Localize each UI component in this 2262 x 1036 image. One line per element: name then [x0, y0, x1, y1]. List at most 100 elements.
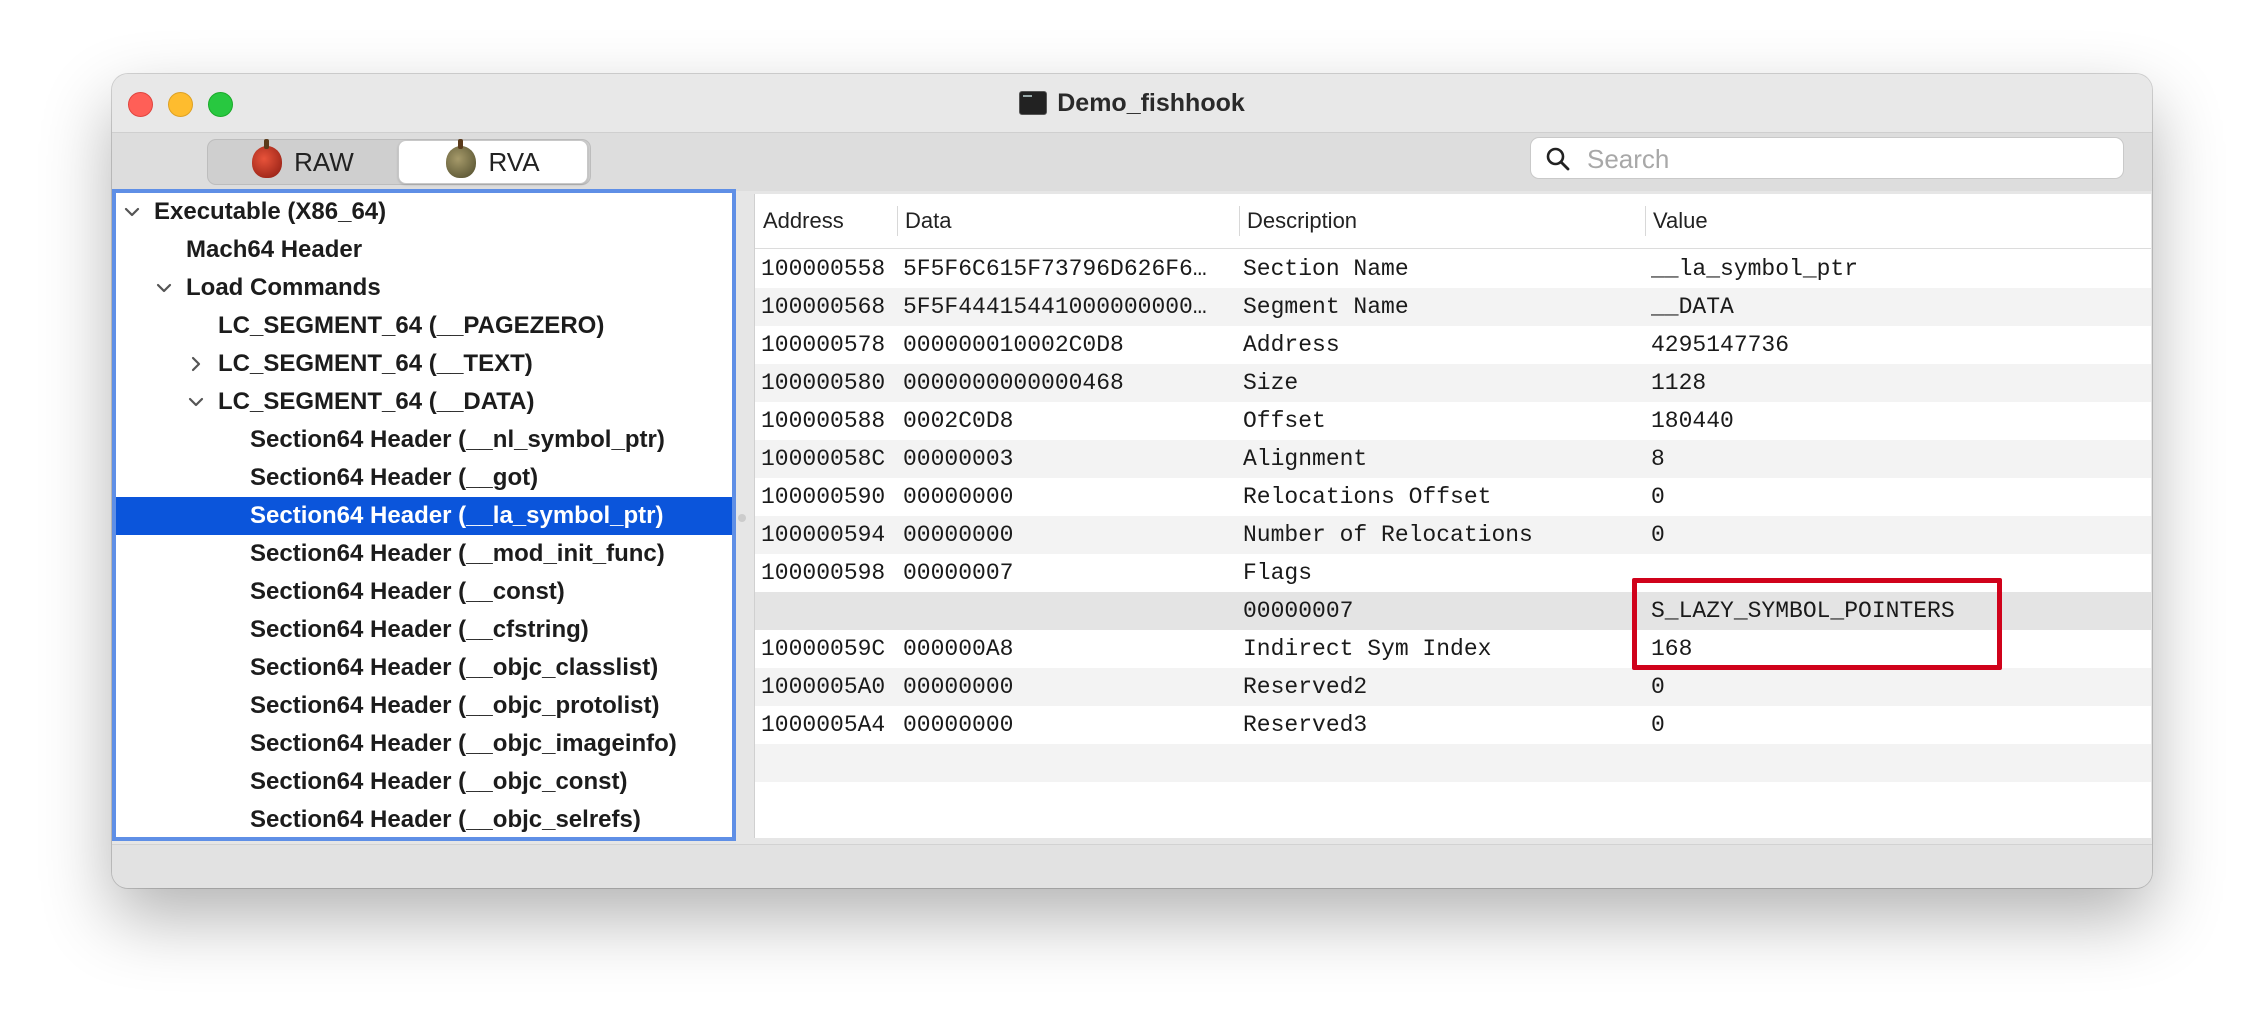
tree-item-label: Section64 Header (__const) — [250, 578, 565, 605]
chevron-down-icon[interactable] — [124, 204, 140, 220]
table-row[interactable]: 1000005A4 00000000 Reserved3 0 — [755, 706, 2151, 744]
address-cell: 10000058C — [761, 446, 886, 472]
tree-item[interactable]: Section64 Header (__cfstring) — [116, 611, 732, 649]
search-input[interactable] — [1585, 142, 2109, 176]
address-cell: 100000558 — [761, 256, 886, 282]
tree-item-label: Section64 Header (__objc_selrefs) — [250, 806, 641, 833]
tree-item-label: Load Commands — [186, 274, 381, 301]
value-cell: 8 — [1651, 446, 1665, 472]
empty-table-row[interactable] — [755, 744, 2151, 782]
tree-item[interactable]: Section64 Header (__objc_classlist) — [116, 649, 732, 687]
table-row[interactable]: 100000594 00000000 Number of Relocations 0 — [755, 516, 2151, 554]
tree-item[interactable]: Section64 Header (__objc_protolist) — [116, 687, 732, 725]
empty-table-row[interactable] — [755, 782, 2151, 820]
data-cell: 00000007 — [903, 560, 1014, 586]
column-header-data[interactable]: Data — [905, 194, 951, 248]
column-header-address[interactable]: Address — [763, 194, 844, 248]
column-header-description[interactable]: Description — [1247, 194, 1357, 248]
description-cell: Reserved3 — [1243, 712, 1368, 738]
tree-item[interactable]: Mach64 Header — [116, 231, 732, 269]
tree-item[interactable]: LC_SEGMENT_64 (__PAGEZERO) — [116, 307, 732, 345]
column-separator[interactable] — [1645, 206, 1646, 236]
description-cell: Section Name — [1243, 256, 1409, 282]
tree-item[interactable]: LC_SEGMENT_64 (__TEXT) — [116, 345, 732, 383]
mode-segmented-control: RAW RVA — [207, 139, 591, 185]
address-cell: 1000005A0 — [761, 674, 886, 700]
description-cell: 00000007 — [1243, 598, 1354, 624]
chevron-right-icon[interactable] — [188, 356, 204, 372]
chevron-down-icon[interactable] — [188, 394, 204, 410]
tree-item[interactable]: Section64 Header (__objc_selrefs) — [116, 801, 732, 839]
value-cell: 0 — [1651, 712, 1665, 738]
table-row[interactable]: 100000588 0002C0D8 Offset 180440 — [755, 402, 2151, 440]
tree-item-label: LC_SEGMENT_64 (__DATA) — [218, 388, 535, 415]
data-cell: 5F5F6C615F73796D626F6… — [903, 256, 1207, 282]
address-cell: 100000594 — [761, 522, 886, 548]
description-cell: Alignment — [1243, 446, 1368, 472]
description-cell: Reserved2 — [1243, 674, 1368, 700]
tree-item[interactable]: Section64 Header (__nl_symbol_ptr) — [116, 421, 732, 459]
tree-item[interactable]: Section64 Header (__const) — [116, 573, 732, 611]
chevron-down-icon[interactable] — [156, 280, 172, 296]
tree-item[interactable]: Section64 Header (__objc_const) — [116, 763, 732, 801]
tree-item-label: Section64 Header (__objc_protolist) — [250, 692, 660, 719]
rva-apple-icon — [446, 139, 477, 178]
tree-item-label: Section64 Header (__objc_imageinfo) — [250, 730, 677, 757]
tree-item[interactable]: LC_SEGMENT_64 (__DATA) — [116, 383, 732, 421]
raw-mode-button[interactable]: RAW — [208, 139, 398, 184]
details-table[interactable]: Address Data Description Value 100000558 5F5… — [754, 194, 2151, 838]
toolbar: RAW RVA — [112, 133, 2152, 191]
description-cell: Relocations Offset — [1243, 484, 1492, 510]
tree-item-label: Section64 Header (__la_symbol_ptr) — [250, 502, 664, 529]
tree-item-label: LC_SEGMENT_64 (__PAGEZERO) — [218, 312, 605, 339]
search-field[interactable] — [1530, 137, 2124, 179]
rva-mode-button[interactable]: RVA — [398, 139, 588, 184]
tree-item-label: Section64 Header (__objc_classlist) — [250, 654, 659, 681]
table-row[interactable]: 100000578 000000010002C0D8 Address 42951477… — [755, 326, 2151, 364]
address-cell: 100000578 — [761, 332, 886, 358]
data-cell: 000000010002C0D8 — [903, 332, 1124, 358]
table-row[interactable]: 100000568 5F5F44415441000000000… Segment N… — [755, 288, 2151, 326]
data-cell — [903, 592, 1233, 630]
data-cell: 0000000000000468 — [903, 370, 1124, 396]
tree-item[interactable]: Section64 Header (__mod_init_func) — [116, 535, 732, 573]
description-cell: Flags — [1243, 560, 1313, 586]
tree-item[interactable]: Section64 Header (__la_symbol_ptr) — [116, 497, 732, 535]
split-view-divider-handle[interactable] — [738, 514, 746, 522]
column-separator[interactable] — [1239, 206, 1240, 236]
table-row[interactable]: 10000058C 00000003 Alignment 8 — [755, 440, 2151, 478]
tree-item[interactable]: Section64 Header (__objc_imageinfo) — [116, 725, 732, 763]
app-window: Demo_fishhook RAW RVA Executable (X86_64… — [112, 74, 2152, 888]
table-header: Address Data Description Value — [755, 194, 2151, 249]
table-row[interactable]: 1000005A0 00000000 Reserved2 0 — [755, 668, 2151, 706]
address-cell: 1000005A4 — [761, 712, 886, 738]
description-cell: Address — [1243, 332, 1340, 358]
table-row[interactable]: 100000558 5F5F6C615F73796D626F6… Section N… — [755, 250, 2151, 288]
value-cell: 0 — [1651, 522, 1665, 548]
tree-item[interactable]: Executable (X86_64) — [116, 193, 732, 231]
table-row[interactable]: 100000590 00000000 Relocations Offset 0 — [755, 478, 2151, 516]
tree-item[interactable]: Section64 Header (__got) — [116, 459, 732, 497]
data-cell: 00000000 — [903, 674, 1014, 700]
column-separator[interactable] — [897, 206, 898, 236]
data-cell: 00000000 — [903, 522, 1014, 548]
table-row[interactable]: 100000580 0000000000000468 Size 1128 — [755, 364, 2151, 402]
description-cell: Segment Name — [1243, 294, 1409, 320]
data-cell: 00000000 — [903, 484, 1014, 510]
terminal-app-icon — [1019, 91, 1048, 115]
tree-item-label: Section64 Header (__cfstring) — [250, 616, 589, 643]
title-wrap: Demo_fishhook — [112, 74, 2152, 132]
description-cell: Number of Relocations — [1243, 522, 1533, 548]
title-bar: Demo_fishhook — [112, 74, 2152, 133]
search-icon — [1546, 147, 1570, 171]
column-header-value[interactable]: Value — [1653, 194, 1708, 248]
tree-item-label: Mach64 Header — [186, 236, 363, 263]
data-cell: 000000A8 — [903, 636, 1014, 662]
tree-item[interactable]: Load Commands — [116, 269, 732, 307]
address-cell: 100000568 — [761, 294, 886, 320]
description-cell: Indirect Sym Index — [1243, 636, 1492, 662]
value-cell: 4295147736 — [1651, 332, 1790, 358]
tree-item-label: LC_SEGMENT_64 (__TEXT) — [218, 350, 533, 377]
description-cell: Offset — [1243, 408, 1326, 434]
outline-sidebar[interactable]: Executable (X86_64) Mach64 Header Load Com… — [112, 189, 736, 841]
